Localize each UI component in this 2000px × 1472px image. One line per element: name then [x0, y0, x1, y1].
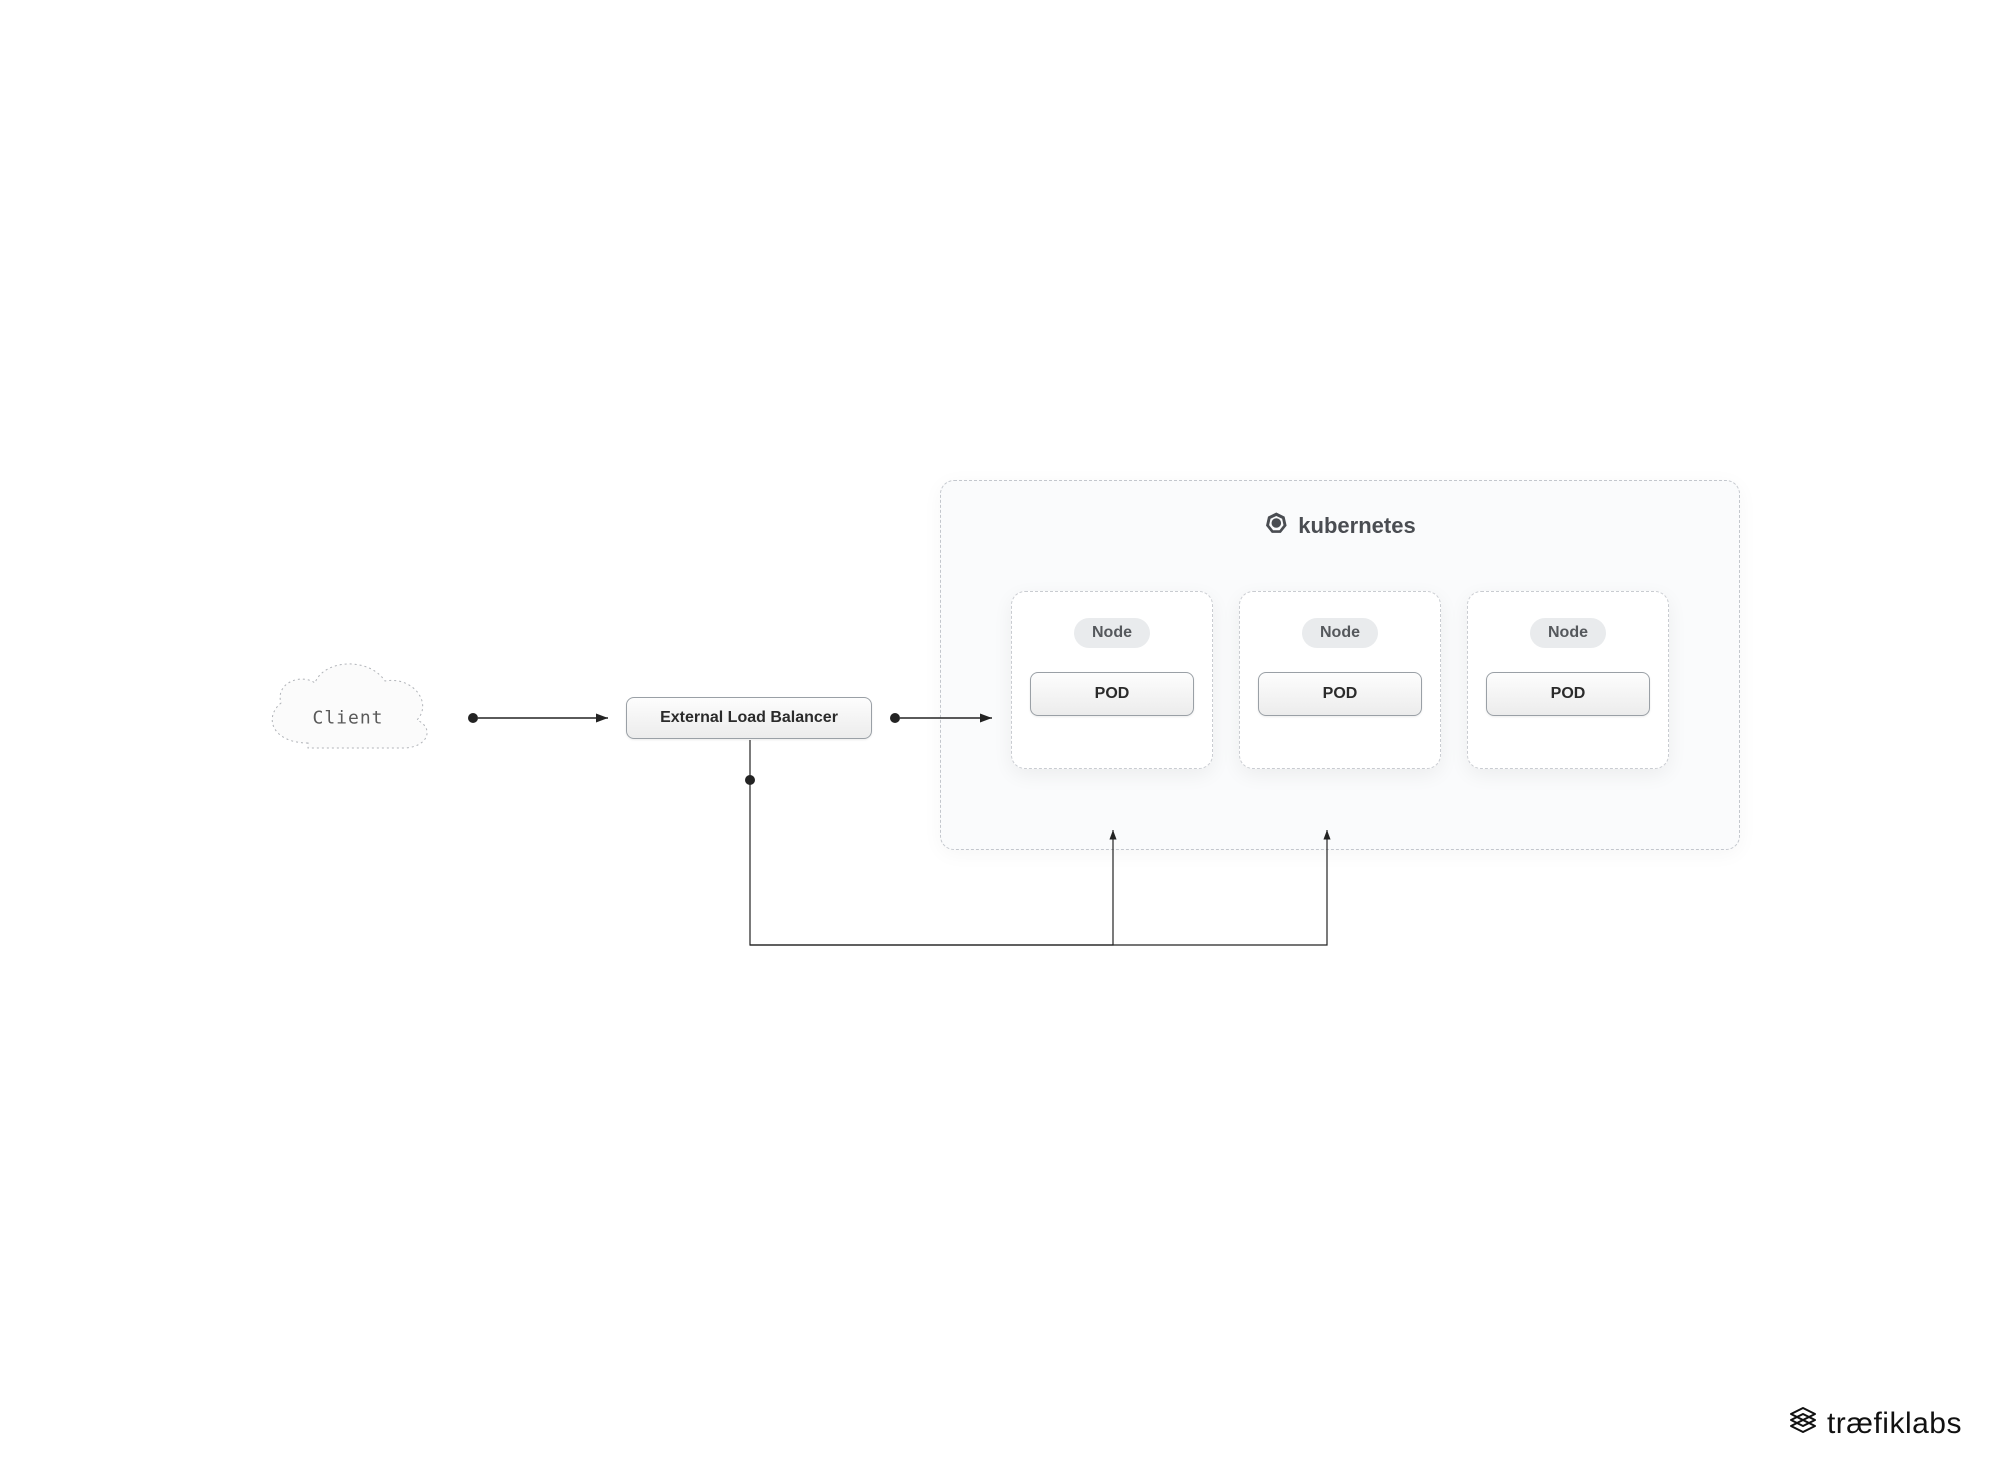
- brand-text-1: træfik: [1827, 1407, 1905, 1440]
- kubernetes-cluster: kubernetes Node POD Node POD Node POD: [940, 480, 1740, 850]
- external-load-balancer: External Load Balancer: [626, 697, 872, 739]
- load-balancer-label: External Load Balancer: [660, 709, 838, 727]
- node-2: Node POD: [1239, 591, 1441, 769]
- node-badge: Node: [1074, 618, 1150, 648]
- node-3: Node POD: [1467, 591, 1669, 769]
- pod: POD: [1030, 672, 1194, 716]
- client-label: Client: [312, 707, 383, 728]
- node-badge: Node: [1302, 618, 1378, 648]
- brand-logo: træfiklabs: [1787, 1404, 1962, 1444]
- nodes-row: Node POD Node POD Node POD: [941, 591, 1739, 769]
- node-1: Node POD: [1011, 591, 1213, 769]
- node-badge: Node: [1530, 618, 1606, 648]
- brand-text-2: labs: [1905, 1407, 1962, 1440]
- traefik-icon: [1787, 1404, 1819, 1444]
- kubernetes-icon: [1264, 511, 1288, 541]
- pod: POD: [1258, 672, 1422, 716]
- pod: POD: [1486, 672, 1650, 716]
- client-cloud: Client: [253, 648, 443, 768]
- kubernetes-label: kubernetes: [1298, 513, 1415, 539]
- kubernetes-title: kubernetes: [1264, 511, 1415, 541]
